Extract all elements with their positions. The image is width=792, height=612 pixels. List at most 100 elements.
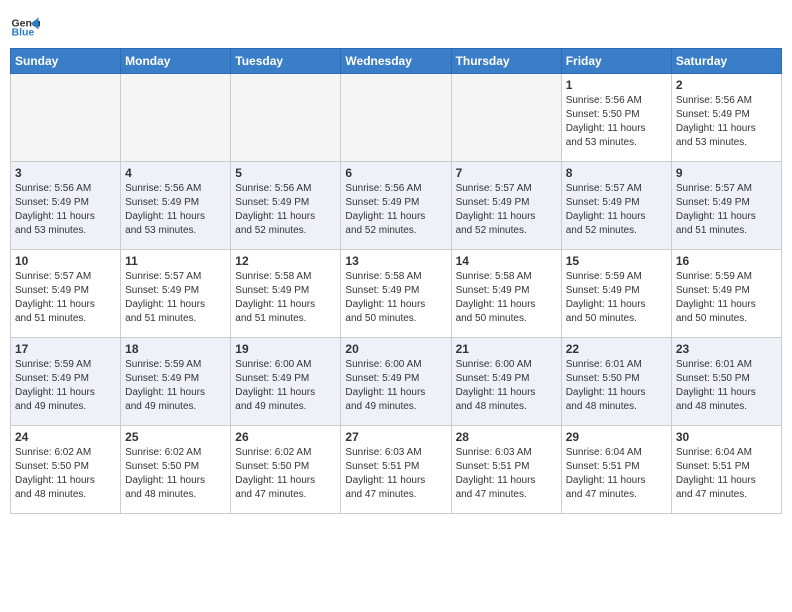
day-info: Sunrise: 6:02 AM Sunset: 5:50 PM Dayligh…: [15, 446, 116, 502]
day-info: Sunrise: 6:03 AM Sunset: 5:51 PM Dayligh…: [345, 446, 446, 502]
day-number: 11: [125, 254, 226, 268]
calendar-cell: 10 Sunrise: 5:57 AM Sunset: 5:49 PM Dayli…: [11, 250, 121, 338]
calendar-cell: 24 Sunrise: 6:02 AM Sunset: 5:50 PM Dayli…: [11, 426, 121, 514]
day-info: Sunrise: 5:59 AM Sunset: 5:49 PM Dayligh…: [676, 270, 777, 326]
day-info: Sunrise: 5:56 AM Sunset: 5:49 PM Dayligh…: [235, 182, 336, 238]
svg-text:Blue: Blue: [12, 27, 35, 39]
page-header: General Blue: [10, 10, 782, 40]
calendar-cell: 12 Sunrise: 5:58 AM Sunset: 5:49 PM Dayli…: [231, 250, 341, 338]
day-info: Sunrise: 6:01 AM Sunset: 5:50 PM Dayligh…: [566, 358, 667, 414]
calendar-cell: 9Sunrise: 5:57 AM Sunset: 5:49 PM Daylig…: [671, 162, 781, 250]
day-number: 26: [235, 430, 336, 444]
calendar-cell: 7 Sunrise: 5:57 AM Sunset: 5:49 PM Daylig…: [451, 162, 561, 250]
calendar-cell: [451, 74, 561, 162]
calendar-header: SundayMondayTuesdayWednesdayThursdayFrid…: [11, 49, 782, 74]
day-number: 17: [15, 342, 116, 356]
calendar-cell: 18 Sunrise: 5:59 AM Sunset: 5:49 PM Dayli…: [121, 338, 231, 426]
weekday-header: Saturday: [671, 49, 781, 74]
calendar-cell: 23Sunrise: 6:01 AM Sunset: 5:50 PM Dayli…: [671, 338, 781, 426]
calendar-cell: 1Sunrise: 5:56 AM Sunset: 5:50 PM Daylig…: [561, 74, 671, 162]
day-info: Sunrise: 5:56 AM Sunset: 5:49 PM Dayligh…: [15, 182, 116, 238]
day-info: Sunrise: 6:02 AM Sunset: 5:50 PM Dayligh…: [235, 446, 336, 502]
day-info: Sunrise: 5:56 AM Sunset: 5:50 PM Dayligh…: [566, 94, 667, 150]
day-number: 22: [566, 342, 667, 356]
day-number: 30: [676, 430, 777, 444]
calendar-cell: 14Sunrise: 5:58 AM Sunset: 5:49 PM Dayli…: [451, 250, 561, 338]
day-number: 16: [676, 254, 777, 268]
day-number: 19: [235, 342, 336, 356]
weekday-header: Monday: [121, 49, 231, 74]
logo: General Blue: [10, 10, 44, 40]
day-info: Sunrise: 5:57 AM Sunset: 5:49 PM Dayligh…: [15, 270, 116, 326]
day-number: 13: [345, 254, 446, 268]
day-number: 24: [15, 430, 116, 444]
day-info: Sunrise: 5:57 AM Sunset: 5:49 PM Dayligh…: [125, 270, 226, 326]
day-number: 21: [456, 342, 557, 356]
calendar-cell: 17 Sunrise: 5:59 AM Sunset: 5:49 PM Dayli…: [11, 338, 121, 426]
day-info: Sunrise: 6:00 AM Sunset: 5:49 PM Dayligh…: [235, 358, 336, 414]
day-info: Sunrise: 6:01 AM Sunset: 5:50 PM Dayligh…: [676, 358, 777, 414]
day-info: Sunrise: 5:57 AM Sunset: 5:49 PM Dayligh…: [456, 182, 557, 238]
day-info: Sunrise: 6:04 AM Sunset: 5:51 PM Dayligh…: [676, 446, 777, 502]
calendar-cell: 20 Sunrise: 6:00 AM Sunset: 5:49 PM Dayli…: [341, 338, 451, 426]
calendar-cell: 5 Sunrise: 5:56 AM Sunset: 5:49 PM Daylig…: [231, 162, 341, 250]
calendar-cell: 29 Sunrise: 6:04 AM Sunset: 5:51 PM Dayli…: [561, 426, 671, 514]
day-number: 18: [125, 342, 226, 356]
calendar-table: SundayMondayTuesdayWednesdayThursdayFrid…: [10, 48, 782, 514]
calendar-cell: 3 Sunrise: 5:56 AM Sunset: 5:49 PM Daylig…: [11, 162, 121, 250]
calendar-cell: 30 Sunrise: 6:04 AM Sunset: 5:51 PM Dayli…: [671, 426, 781, 514]
day-info: Sunrise: 6:02 AM Sunset: 5:50 PM Dayligh…: [125, 446, 226, 502]
day-info: Sunrise: 6:00 AM Sunset: 5:49 PM Dayligh…: [456, 358, 557, 414]
day-info: Sunrise: 5:56 AM Sunset: 5:49 PM Dayligh…: [676, 94, 777, 150]
calendar-cell: 22 Sunrise: 6:01 AM Sunset: 5:50 PM Dayli…: [561, 338, 671, 426]
day-info: Sunrise: 5:56 AM Sunset: 5:49 PM Dayligh…: [345, 182, 446, 238]
calendar-cell: [341, 74, 451, 162]
day-info: Sunrise: 6:00 AM Sunset: 5:49 PM Dayligh…: [345, 358, 446, 414]
day-info: Sunrise: 5:58 AM Sunset: 5:49 PM Dayligh…: [345, 270, 446, 326]
day-number: 12: [235, 254, 336, 268]
day-info: Sunrise: 6:04 AM Sunset: 5:51 PM Dayligh…: [566, 446, 667, 502]
day-number: 10: [15, 254, 116, 268]
day-number: 9: [676, 166, 777, 180]
day-info: Sunrise: 5:59 AM Sunset: 5:49 PM Dayligh…: [566, 270, 667, 326]
calendar-cell: 19 Sunrise: 6:00 AM Sunset: 5:49 PM Dayli…: [231, 338, 341, 426]
day-number: 6: [345, 166, 446, 180]
weekday-header: Tuesday: [231, 49, 341, 74]
day-number: 8: [566, 166, 667, 180]
weekday-header: Thursday: [451, 49, 561, 74]
calendar-cell: [121, 74, 231, 162]
day-info: Sunrise: 5:59 AM Sunset: 5:49 PM Dayligh…: [15, 358, 116, 414]
day-number: 20: [345, 342, 446, 356]
day-number: 3: [15, 166, 116, 180]
calendar-cell: 16 Sunrise: 5:59 AM Sunset: 5:49 PM Dayli…: [671, 250, 781, 338]
calendar-cell: [11, 74, 121, 162]
calendar-cell: 26 Sunrise: 6:02 AM Sunset: 5:50 PM Dayli…: [231, 426, 341, 514]
calendar-cell: 8 Sunrise: 5:57 AM Sunset: 5:49 PM Daylig…: [561, 162, 671, 250]
calendar-cell: 2 Sunrise: 5:56 AM Sunset: 5:49 PM Daylig…: [671, 74, 781, 162]
calendar-cell: 6 Sunrise: 5:56 AM Sunset: 5:49 PM Daylig…: [341, 162, 451, 250]
day-number: 14: [456, 254, 557, 268]
calendar-cell: 11 Sunrise: 5:57 AM Sunset: 5:49 PM Dayli…: [121, 250, 231, 338]
day-number: 2: [676, 78, 777, 92]
calendar-cell: [231, 74, 341, 162]
day-info: Sunrise: 5:57 AM Sunset: 5:49 PM Dayligh…: [566, 182, 667, 238]
day-number: 7: [456, 166, 557, 180]
day-info: Sunrise: 6:03 AM Sunset: 5:51 PM Dayligh…: [456, 446, 557, 502]
calendar-cell: 13 Sunrise: 5:58 AM Sunset: 5:49 PM Dayli…: [341, 250, 451, 338]
calendar-cell: 25 Sunrise: 6:02 AM Sunset: 5:50 PM Dayli…: [121, 426, 231, 514]
day-number: 25: [125, 430, 226, 444]
logo-icon: General Blue: [10, 10, 40, 40]
calendar-cell: 15 Sunrise: 5:59 AM Sunset: 5:49 PM Dayli…: [561, 250, 671, 338]
calendar-cell: 21 Sunrise: 6:00 AM Sunset: 5:49 PM Dayli…: [451, 338, 561, 426]
day-info: Sunrise: 5:58 AM Sunset: 5:49 PM Dayligh…: [235, 270, 336, 326]
calendar-cell: 4Sunrise: 5:56 AM Sunset: 5:49 PM Daylig…: [121, 162, 231, 250]
calendar-cell: 28Sunrise: 6:03 AM Sunset: 5:51 PM Dayli…: [451, 426, 561, 514]
day-number: 29: [566, 430, 667, 444]
weekday-header: Wednesday: [341, 49, 451, 74]
day-info: Sunrise: 5:59 AM Sunset: 5:49 PM Dayligh…: [125, 358, 226, 414]
day-number: 15: [566, 254, 667, 268]
day-number: 5: [235, 166, 336, 180]
weekday-header: Friday: [561, 49, 671, 74]
day-info: Sunrise: 5:56 AM Sunset: 5:49 PM Dayligh…: [125, 182, 226, 238]
weekday-header: Sunday: [11, 49, 121, 74]
